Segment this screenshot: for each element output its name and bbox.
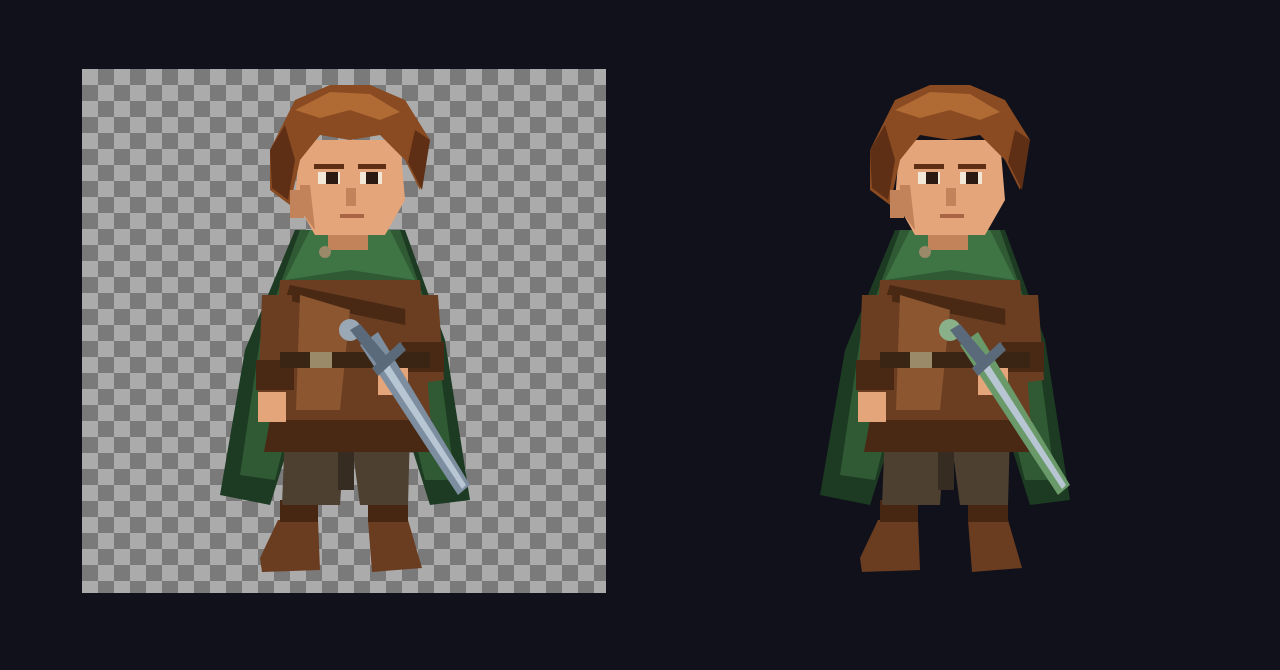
right-pupil — [366, 172, 378, 184]
right-pupil — [966, 172, 978, 184]
sprite-preview-canvas — [0, 0, 1280, 670]
belt-buckle — [910, 352, 932, 368]
character-sprite-transparent — [200, 80, 500, 580]
knight-sprite-icon — [820, 85, 1070, 572]
mouth — [940, 214, 964, 218]
tunic-hem — [864, 420, 1036, 452]
cloak-clasp — [319, 246, 331, 258]
left-brow — [914, 164, 944, 169]
mouth — [340, 214, 364, 218]
belt-buckle — [310, 352, 332, 368]
ear — [890, 190, 904, 218]
character-sprite-dark — [800, 80, 1100, 580]
left-boot — [260, 520, 320, 572]
right-boot — [368, 520, 422, 572]
left-pupil — [926, 172, 938, 184]
tunic-hem — [264, 420, 436, 452]
left-brow — [314, 164, 344, 169]
right-brow — [358, 164, 386, 169]
left-boot — [860, 520, 920, 572]
right-brow — [958, 164, 986, 169]
knight-sprite-icon — [220, 85, 470, 572]
nose — [946, 188, 956, 206]
belt — [280, 352, 430, 368]
right-boot — [968, 520, 1022, 572]
cloak-clasp — [919, 246, 931, 258]
belt — [880, 352, 1030, 368]
ear — [290, 190, 304, 218]
left-hand — [858, 392, 886, 422]
left-pupil — [326, 172, 338, 184]
nose — [346, 188, 356, 206]
left-hand — [258, 392, 286, 422]
